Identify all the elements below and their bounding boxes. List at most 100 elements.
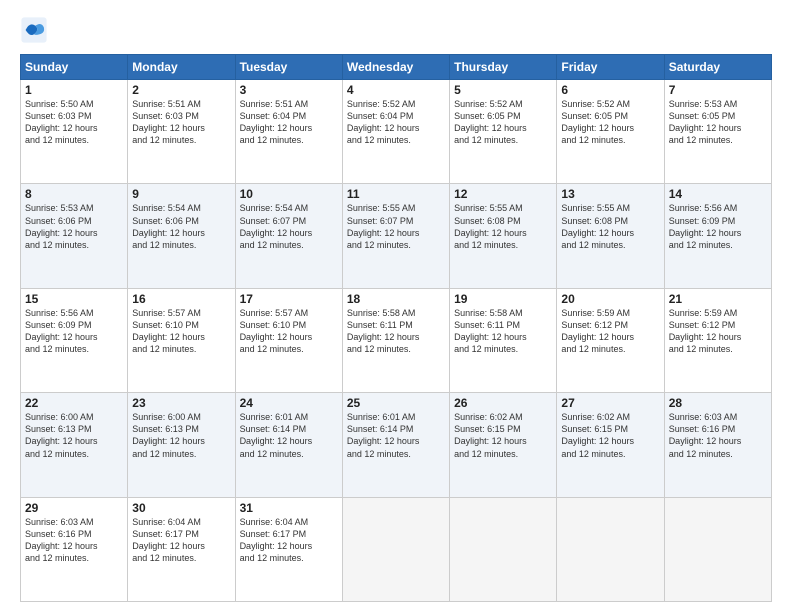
day-number: 13 [561, 187, 659, 201]
day-cell-25: 25 Sunrise: 6:01 AMSunset: 6:14 PMDaylig… [342, 393, 449, 497]
day-number: 29 [25, 501, 123, 515]
day-number: 18 [347, 292, 445, 306]
cell-content: Sunrise: 5:52 AMSunset: 6:05 PMDaylight:… [561, 98, 659, 147]
day-cell-30: 30 Sunrise: 6:04 AMSunset: 6:17 PMDaylig… [128, 497, 235, 601]
day-number: 11 [347, 187, 445, 201]
day-cell-12: 12 Sunrise: 5:55 AMSunset: 6:08 PMDaylig… [450, 184, 557, 288]
day-number: 19 [454, 292, 552, 306]
cell-content: Sunrise: 5:52 AMSunset: 6:04 PMDaylight:… [347, 98, 445, 147]
day-cell-4: 4 Sunrise: 5:52 AMSunset: 6:04 PMDayligh… [342, 80, 449, 184]
cell-content: Sunrise: 5:57 AMSunset: 6:10 PMDaylight:… [132, 307, 230, 356]
day-number: 16 [132, 292, 230, 306]
cell-content: Sunrise: 5:59 AMSunset: 6:12 PMDaylight:… [669, 307, 767, 356]
day-cell-22: 22 Sunrise: 6:00 AMSunset: 6:13 PMDaylig… [21, 393, 128, 497]
day-number: 26 [454, 396, 552, 410]
day-number: 3 [240, 83, 338, 97]
day-cell-5: 5 Sunrise: 5:52 AMSunset: 6:05 PMDayligh… [450, 80, 557, 184]
day-cell-6: 6 Sunrise: 5:52 AMSunset: 6:05 PMDayligh… [557, 80, 664, 184]
day-number: 7 [669, 83, 767, 97]
day-cell-16: 16 Sunrise: 5:57 AMSunset: 6:10 PMDaylig… [128, 288, 235, 392]
day-cell-13: 13 Sunrise: 5:55 AMSunset: 6:08 PMDaylig… [557, 184, 664, 288]
day-cell-3: 3 Sunrise: 5:51 AMSunset: 6:04 PMDayligh… [235, 80, 342, 184]
day-number: 21 [669, 292, 767, 306]
cell-content: Sunrise: 5:56 AMSunset: 6:09 PMDaylight:… [669, 202, 767, 251]
col-header-tuesday: Tuesday [235, 55, 342, 80]
day-number: 2 [132, 83, 230, 97]
cell-content: Sunrise: 5:54 AMSunset: 6:07 PMDaylight:… [240, 202, 338, 251]
day-cell-7: 7 Sunrise: 5:53 AMSunset: 6:05 PMDayligh… [664, 80, 771, 184]
cell-content: Sunrise: 5:55 AMSunset: 6:07 PMDaylight:… [347, 202, 445, 251]
cell-content: Sunrise: 5:56 AMSunset: 6:09 PMDaylight:… [25, 307, 123, 356]
day-cell-21: 21 Sunrise: 5:59 AMSunset: 6:12 PMDaylig… [664, 288, 771, 392]
col-header-monday: Monday [128, 55, 235, 80]
day-cell-9: 9 Sunrise: 5:54 AMSunset: 6:06 PMDayligh… [128, 184, 235, 288]
cell-content: Sunrise: 5:58 AMSunset: 6:11 PMDaylight:… [347, 307, 445, 356]
calendar-header-row: SundayMondayTuesdayWednesdayThursdayFrid… [21, 55, 772, 80]
cell-content: Sunrise: 6:02 AMSunset: 6:15 PMDaylight:… [454, 411, 552, 460]
day-number: 24 [240, 396, 338, 410]
day-number: 25 [347, 396, 445, 410]
week-row-4: 22 Sunrise: 6:00 AMSunset: 6:13 PMDaylig… [21, 393, 772, 497]
day-cell-15: 15 Sunrise: 5:56 AMSunset: 6:09 PMDaylig… [21, 288, 128, 392]
day-cell-31: 31 Sunrise: 6:04 AMSunset: 6:17 PMDaylig… [235, 497, 342, 601]
day-number: 12 [454, 187, 552, 201]
calendar-table: SundayMondayTuesdayWednesdayThursdayFrid… [20, 54, 772, 602]
cell-content: Sunrise: 5:53 AMSunset: 6:05 PMDaylight:… [669, 98, 767, 147]
day-number: 9 [132, 187, 230, 201]
day-number: 5 [454, 83, 552, 97]
col-header-thursday: Thursday [450, 55, 557, 80]
day-cell-10: 10 Sunrise: 5:54 AMSunset: 6:07 PMDaylig… [235, 184, 342, 288]
day-number: 30 [132, 501, 230, 515]
day-number: 1 [25, 83, 123, 97]
empty-cell [557, 497, 664, 601]
week-row-3: 15 Sunrise: 5:56 AMSunset: 6:09 PMDaylig… [21, 288, 772, 392]
cell-content: Sunrise: 5:52 AMSunset: 6:05 PMDaylight:… [454, 98, 552, 147]
week-row-1: 1 Sunrise: 5:50 AMSunset: 6:03 PMDayligh… [21, 80, 772, 184]
cell-content: Sunrise: 6:00 AMSunset: 6:13 PMDaylight:… [25, 411, 123, 460]
day-cell-26: 26 Sunrise: 6:02 AMSunset: 6:15 PMDaylig… [450, 393, 557, 497]
empty-cell [450, 497, 557, 601]
cell-content: Sunrise: 6:04 AMSunset: 6:17 PMDaylight:… [132, 516, 230, 565]
col-header-sunday: Sunday [21, 55, 128, 80]
cell-content: Sunrise: 6:03 AMSunset: 6:16 PMDaylight:… [25, 516, 123, 565]
empty-cell [664, 497, 771, 601]
cell-content: Sunrise: 6:03 AMSunset: 6:16 PMDaylight:… [669, 411, 767, 460]
cell-content: Sunrise: 5:54 AMSunset: 6:06 PMDaylight:… [132, 202, 230, 251]
day-number: 8 [25, 187, 123, 201]
cell-content: Sunrise: 6:01 AMSunset: 6:14 PMDaylight:… [240, 411, 338, 460]
col-header-wednesday: Wednesday [342, 55, 449, 80]
day-cell-14: 14 Sunrise: 5:56 AMSunset: 6:09 PMDaylig… [664, 184, 771, 288]
week-row-5: 29 Sunrise: 6:03 AMSunset: 6:16 PMDaylig… [21, 497, 772, 601]
col-header-friday: Friday [557, 55, 664, 80]
cell-content: Sunrise: 6:00 AMSunset: 6:13 PMDaylight:… [132, 411, 230, 460]
header [20, 16, 772, 44]
cell-content: Sunrise: 5:57 AMSunset: 6:10 PMDaylight:… [240, 307, 338, 356]
empty-cell [342, 497, 449, 601]
day-cell-23: 23 Sunrise: 6:00 AMSunset: 6:13 PMDaylig… [128, 393, 235, 497]
cell-content: Sunrise: 5:55 AMSunset: 6:08 PMDaylight:… [561, 202, 659, 251]
day-number: 23 [132, 396, 230, 410]
day-number: 22 [25, 396, 123, 410]
day-cell-29: 29 Sunrise: 6:03 AMSunset: 6:16 PMDaylig… [21, 497, 128, 601]
cell-content: Sunrise: 5:59 AMSunset: 6:12 PMDaylight:… [561, 307, 659, 356]
cell-content: Sunrise: 6:04 AMSunset: 6:17 PMDaylight:… [240, 516, 338, 565]
day-number: 10 [240, 187, 338, 201]
day-number: 17 [240, 292, 338, 306]
cell-content: Sunrise: 5:51 AMSunset: 6:04 PMDaylight:… [240, 98, 338, 147]
day-cell-1: 1 Sunrise: 5:50 AMSunset: 6:03 PMDayligh… [21, 80, 128, 184]
page: SundayMondayTuesdayWednesdayThursdayFrid… [0, 0, 792, 612]
cell-content: Sunrise: 5:53 AMSunset: 6:06 PMDaylight:… [25, 202, 123, 251]
day-cell-8: 8 Sunrise: 5:53 AMSunset: 6:06 PMDayligh… [21, 184, 128, 288]
day-cell-24: 24 Sunrise: 6:01 AMSunset: 6:14 PMDaylig… [235, 393, 342, 497]
cell-content: Sunrise: 5:58 AMSunset: 6:11 PMDaylight:… [454, 307, 552, 356]
day-cell-11: 11 Sunrise: 5:55 AMSunset: 6:07 PMDaylig… [342, 184, 449, 288]
cell-content: Sunrise: 5:51 AMSunset: 6:03 PMDaylight:… [132, 98, 230, 147]
day-cell-2: 2 Sunrise: 5:51 AMSunset: 6:03 PMDayligh… [128, 80, 235, 184]
day-number: 15 [25, 292, 123, 306]
day-number: 31 [240, 501, 338, 515]
day-number: 4 [347, 83, 445, 97]
week-row-2: 8 Sunrise: 5:53 AMSunset: 6:06 PMDayligh… [21, 184, 772, 288]
day-number: 14 [669, 187, 767, 201]
day-cell-28: 28 Sunrise: 6:03 AMSunset: 6:16 PMDaylig… [664, 393, 771, 497]
cell-content: Sunrise: 5:50 AMSunset: 6:03 PMDaylight:… [25, 98, 123, 147]
